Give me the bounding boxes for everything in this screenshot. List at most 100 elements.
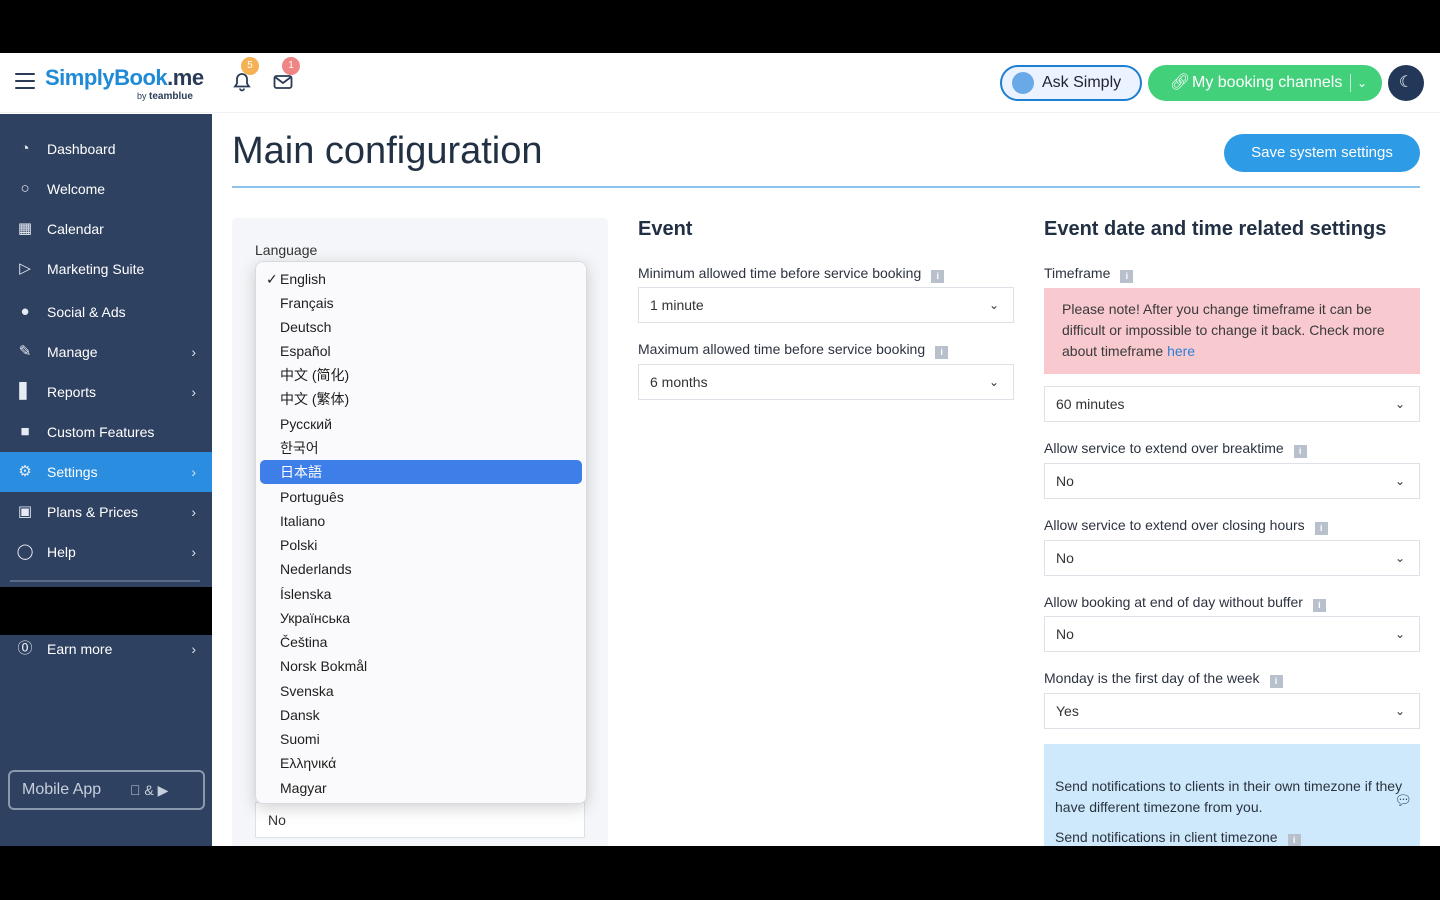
sidebar-item-manage[interactable]: ✎ Manage › bbox=[0, 332, 212, 372]
min-time-select[interactable]: 1 minute ⌄ bbox=[638, 287, 1014, 323]
pencil-icon: ✎ bbox=[18, 343, 32, 360]
chevron-right-icon: › bbox=[191, 384, 196, 400]
ask-simply-button[interactable]: Ask Simply bbox=[1000, 65, 1142, 101]
timeframe-select[interactable]: 60 minutes ⌄ bbox=[1044, 386, 1420, 422]
sidebar-item-social-ads[interactable]: ● Social & Ads bbox=[0, 292, 212, 332]
gauge-icon: ◔ bbox=[20, 140, 30, 157]
language-option[interactable]: Português bbox=[260, 485, 582, 509]
language-label: Language bbox=[255, 242, 318, 258]
chart-icon: ▋ bbox=[19, 383, 31, 400]
language-option[interactable]: Deutsch bbox=[260, 315, 582, 339]
mail-icon[interactable]: 1 bbox=[272, 57, 300, 93]
datetime-section-title: Event date and time related settings bbox=[1044, 218, 1387, 240]
language-option[interactable]: ✓ English bbox=[260, 267, 582, 291]
chevron-down-icon[interactable]: ⌄ bbox=[1357, 65, 1367, 101]
max-time-select[interactable]: 6 months ⌄ bbox=[638, 364, 1014, 400]
dollar-icon: ⓪ bbox=[17, 640, 33, 657]
notification-count-badge: 5 bbox=[241, 57, 259, 75]
language-option[interactable]: Français bbox=[260, 291, 582, 315]
megaphone-icon: ▷ bbox=[19, 260, 31, 277]
language-option[interactable]: Suomi bbox=[260, 727, 582, 751]
sidebar-item-dashboard[interactable]: ◔ Dashboard bbox=[0, 129, 212, 169]
info-icon[interactable]: i bbox=[935, 346, 949, 359]
app-store-icons:  & ▶ bbox=[130, 782, 168, 798]
chat-bubble-icon[interactable]: 💬︎ bbox=[1394, 790, 1412, 811]
sidebar-item-reports[interactable]: ▋ Reports › bbox=[0, 372, 212, 412]
booking-channels-button[interactable]: 🔗︎ My booking channels ⌄ bbox=[1148, 65, 1382, 101]
closing-hours-select[interactable]: No ⌄ bbox=[1044, 540, 1420, 576]
sidebar: ◔ Dashboard ○ Welcome ▦ Calendar ▷ Marketing… bbox=[0, 114, 212, 846]
language-option[interactable]: Ελληνικά bbox=[260, 751, 582, 775]
language-option[interactable]: Italiano bbox=[260, 509, 582, 533]
event-section-title: Event bbox=[638, 218, 693, 240]
chevron-down-icon: ⌄ bbox=[1394, 474, 1405, 488]
save-settings-button[interactable]: Save system settings bbox=[1224, 134, 1420, 172]
app-window: SimplyBook.me by teamblue 5 1 Ask Simply… bbox=[0, 53, 1440, 846]
language-option[interactable]: Íslenska bbox=[260, 582, 582, 606]
info-icon[interactable]: i bbox=[1269, 675, 1283, 688]
language-option[interactable]: Magyar bbox=[260, 776, 582, 800]
page-title: Main configuration bbox=[232, 130, 543, 172]
main-content: Main configuration Save system settings … bbox=[212, 114, 1440, 846]
language-option[interactable]: Українська bbox=[260, 606, 582, 630]
chevron-down-icon: ⌄ bbox=[988, 375, 999, 389]
sidebar-item-marketing-suite[interactable]: ▷ Marketing Suite bbox=[0, 249, 212, 289]
min-time-label: Minimum allowed time before service book… bbox=[638, 265, 945, 283]
sidebar-divider bbox=[10, 580, 200, 582]
redacted-area bbox=[0, 587, 216, 635]
sidebar-item-calendar[interactable]: ▦ Calendar bbox=[0, 209, 212, 249]
lightbulb-icon: ○ bbox=[20, 180, 30, 197]
language-dropdown-menu[interactable]: ✓ English Français Deutsch Español 中文 (简化… bbox=[255, 261, 587, 804]
language-option[interactable]: Dansk bbox=[260, 703, 582, 727]
client-timezone-label: Send notifications in client timezone i bbox=[1055, 827, 1301, 846]
logo[interactable]: SimplyBook.me by teamblue bbox=[45, 65, 204, 102]
language-option[interactable]: 中文 (简化) bbox=[260, 363, 582, 387]
language-option[interactable]: Русский bbox=[260, 412, 582, 436]
chevron-right-icon: › bbox=[191, 544, 196, 560]
language-option[interactable]: 한국어 bbox=[260, 436, 582, 460]
chevron-down-icon: ⌄ bbox=[1394, 627, 1405, 641]
sidebar-item-custom-features[interactable]: ■ Custom Features bbox=[0, 412, 212, 452]
language-option[interactable]: Polski bbox=[260, 533, 582, 557]
info-icon[interactable]: i bbox=[931, 270, 945, 283]
first-day-label: Monday is the first day of the week i bbox=[1044, 670, 1283, 688]
chevron-right-icon: › bbox=[191, 504, 196, 520]
sidebar-item-welcome[interactable]: ○ Welcome bbox=[0, 169, 212, 209]
breaktime-select[interactable]: No ⌄ bbox=[1044, 463, 1420, 499]
language-option-highlighted[interactable]: 日本語 bbox=[260, 460, 582, 484]
info-icon[interactable]: i bbox=[1314, 522, 1328, 535]
mail-count-badge: 1 bbox=[282, 57, 300, 75]
info-icon[interactable]: i bbox=[1312, 599, 1326, 612]
chevron-down-icon: ⌄ bbox=[1394, 704, 1405, 718]
timeframe-label: Timeframe i bbox=[1044, 265, 1134, 283]
sidebar-item-help[interactable]: ◯ Help › bbox=[0, 532, 212, 572]
timezone-notice: Send notifications to clients in their o… bbox=[1044, 744, 1420, 846]
gift-icon: ■ bbox=[20, 423, 30, 440]
first-day-select[interactable]: Yes ⌄ bbox=[1044, 693, 1420, 729]
menu-icon[interactable] bbox=[15, 73, 35, 89]
dark-mode-toggle-icon[interactable]: ☾ bbox=[1388, 65, 1424, 101]
social-icon: ● bbox=[20, 303, 30, 320]
bell-icon[interactable]: 5 bbox=[231, 57, 259, 93]
language-option[interactable]: Svenska bbox=[260, 679, 582, 703]
info-icon[interactable]: i bbox=[1120, 270, 1134, 283]
sidebar-item-settings[interactable]: ⚙ Settings › bbox=[0, 452, 212, 492]
title-divider bbox=[232, 186, 1420, 188]
mobile-app-button[interactable]: Mobile App  & ▶ bbox=[8, 770, 205, 810]
sidebar-item-plans-prices[interactable]: ▣ Plans & Prices › bbox=[0, 492, 212, 532]
info-icon[interactable]: i bbox=[1293, 445, 1307, 458]
language-option[interactable]: Español bbox=[260, 339, 582, 363]
sidebar-item-earn-more[interactable]: ⓪ Earn more › bbox=[0, 629, 212, 669]
info-icon[interactable]: i bbox=[1287, 834, 1301, 846]
link-icon: 🔗︎ bbox=[1170, 74, 1191, 91]
assistant-avatar-icon bbox=[1012, 72, 1034, 94]
language-option[interactable]: Norsk Bokmål bbox=[260, 654, 582, 678]
buffer-select[interactable]: No ⌄ bbox=[1044, 616, 1420, 652]
hidden-select[interactable]: No bbox=[255, 802, 585, 838]
top-bar: SimplyBook.me by teamblue 5 1 Ask Simply… bbox=[0, 53, 1440, 113]
language-option[interactable]: 中文 (繁体) bbox=[260, 387, 582, 411]
language-option[interactable]: Čeština bbox=[260, 630, 582, 654]
language-option[interactable]: Nederlands bbox=[260, 557, 582, 581]
chevron-right-icon: › bbox=[191, 641, 196, 657]
timeframe-help-link[interactable]: here bbox=[1167, 343, 1195, 359]
